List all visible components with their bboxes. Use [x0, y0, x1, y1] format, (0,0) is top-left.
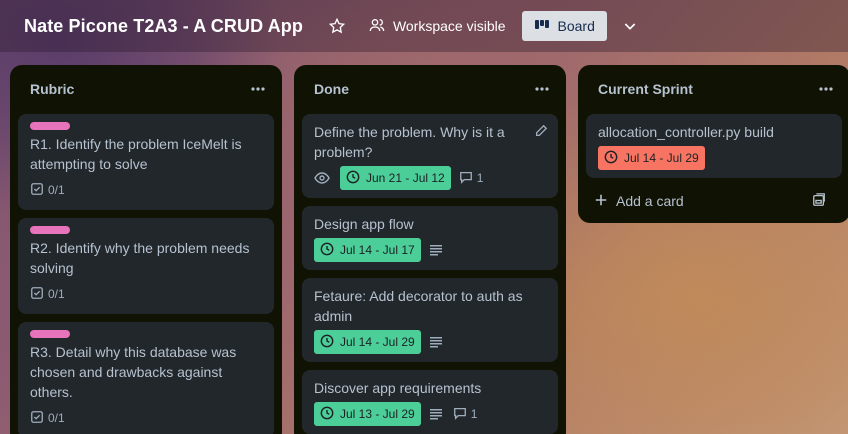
comments-badge: 1	[453, 406, 478, 423]
visibility-button[interactable]: Workspace visible	[361, 11, 514, 41]
list-title[interactable]: Done	[314, 81, 349, 97]
label-pink[interactable]	[30, 330, 70, 338]
checklist-icon	[30, 182, 48, 199]
card-badges: Jul 13 - Jul 29 1	[314, 402, 546, 426]
card[interactable]: Fetaure: Add decorator to auth as admin …	[302, 278, 558, 362]
date-range: Jul 13 - Jul 29	[340, 407, 415, 421]
board-view-button[interactable]: Board	[521, 11, 607, 41]
card-badges: Jul 14 - Jul 29	[314, 330, 546, 354]
card-title: Fetaure: Add decorator to auth as admin	[314, 288, 523, 324]
card[interactable]: R2. Identify why the problem needs solvi…	[18, 218, 274, 314]
card[interactable]: Define the problem. Why is it a problem?…	[302, 114, 558, 198]
card-title: allocation_controller.py build	[598, 124, 774, 140]
board-title[interactable]: Nate Picone T2A3 - A CRUD App	[24, 16, 303, 37]
card[interactable]: R1. Identify the problem IceMelt is atte…	[18, 114, 274, 210]
list-header: Rubric	[10, 65, 282, 113]
card-title: R1. Identify the problem IceMelt is atte…	[30, 136, 242, 172]
list-header: Done	[294, 65, 566, 113]
label-pink[interactable]	[30, 122, 70, 130]
date-range: Jul 14 - Jul 29	[340, 335, 415, 349]
description-icon	[429, 336, 443, 348]
checklist-badge: 0/1	[30, 410, 65, 427]
comment-count: 1	[476, 171, 484, 185]
clock-icon	[320, 242, 340, 259]
list-header: Current Sprint	[578, 65, 848, 113]
list-title[interactable]: Rubric	[30, 81, 74, 97]
checklist-badge: 0/1	[30, 182, 65, 199]
list-title[interactable]: Current Sprint	[598, 81, 693, 97]
checklist-count: 0/1	[48, 287, 65, 301]
card[interactable]: Design app flow Jul 14 - Jul 17	[302, 206, 558, 270]
card[interactable]: allocation_controller.py build Jul 14 - …	[586, 114, 842, 178]
clock-icon	[346, 170, 366, 187]
checklist-icon	[30, 286, 48, 303]
list-rubric: Rubric R1. Identify the problem IceMelt …	[10, 65, 282, 434]
list-done: Done Define the problem. Why is it a pro…	[294, 65, 566, 434]
checklist-badge: 0/1	[30, 286, 65, 303]
label-pink[interactable]	[30, 226, 70, 234]
star-icon[interactable]	[323, 12, 351, 40]
description-icon	[429, 244, 443, 256]
comment-icon	[453, 406, 471, 423]
card-badges: 0/1	[30, 406, 262, 430]
chevron-down-icon[interactable]	[615, 11, 645, 41]
people-icon	[369, 17, 393, 36]
card[interactable]: R3. Detail why this database was chosen …	[18, 322, 274, 434]
checklist-count: 0/1	[48, 411, 65, 425]
checklist-icon	[30, 410, 48, 427]
board-view-label: Board	[557, 18, 595, 34]
card-title: Design app flow	[314, 216, 414, 232]
card-title: Define the problem. Why is it a problem?	[314, 124, 505, 160]
comment-icon	[459, 170, 477, 187]
description-icon	[429, 408, 443, 420]
date-range: Jun 21 - Jul 12	[366, 171, 445, 185]
card-badges: Jul 14 - Jul 29	[598, 146, 830, 170]
date-range: Jul 14 - Jul 29	[624, 151, 699, 165]
board-header: Nate Picone T2A3 - A CRUD App Workspace …	[0, 0, 848, 52]
clock-icon	[320, 334, 340, 351]
card-badges: 0/1	[30, 178, 262, 202]
board-icon	[534, 18, 558, 35]
clock-icon	[320, 406, 340, 423]
plus-icon	[594, 193, 616, 210]
eye-icon	[314, 171, 330, 185]
add-card-button[interactable]: Add a card	[586, 185, 842, 217]
card-badges: 0/1	[30, 282, 262, 306]
pencil-icon[interactable]	[534, 124, 548, 143]
date-range: Jul 14 - Jul 17	[340, 243, 415, 257]
due-date-badge[interactable]: Jul 14 - Jul 17	[314, 238, 421, 262]
visibility-label: Workspace visible	[392, 18, 506, 34]
card-title: R3. Detail why this database was chosen …	[30, 344, 237, 400]
due-date-badge[interactable]: Jun 21 - Jul 12	[340, 166, 451, 190]
more-icon[interactable]	[246, 77, 270, 101]
clock-icon	[604, 150, 624, 167]
card-badges: Jul 14 - Jul 17	[314, 238, 546, 262]
comment-count: 1	[470, 407, 478, 421]
comments-badge: 1	[459, 170, 484, 187]
list-current-sprint: Current Sprint allocation_controller.py …	[578, 65, 848, 223]
checklist-count: 0/1	[48, 183, 65, 197]
card[interactable]: Discover app requirements Jul 13 - Jul 2…	[302, 370, 558, 434]
template-icon[interactable]	[812, 193, 834, 210]
more-icon[interactable]	[530, 77, 554, 101]
more-icon[interactable]	[814, 77, 838, 101]
overdue-date-badge[interactable]: Jul 14 - Jul 29	[598, 146, 705, 170]
add-card-label: Add a card	[616, 193, 684, 209]
card-title: R2. Identify why the problem needs solvi…	[30, 240, 250, 276]
due-date-badge[interactable]: Jul 14 - Jul 29	[314, 330, 421, 354]
card-title: Discover app requirements	[314, 380, 482, 396]
card-badges: Jun 21 - Jul 12 1	[314, 166, 528, 190]
due-date-badge[interactable]: Jul 13 - Jul 29	[314, 402, 421, 426]
